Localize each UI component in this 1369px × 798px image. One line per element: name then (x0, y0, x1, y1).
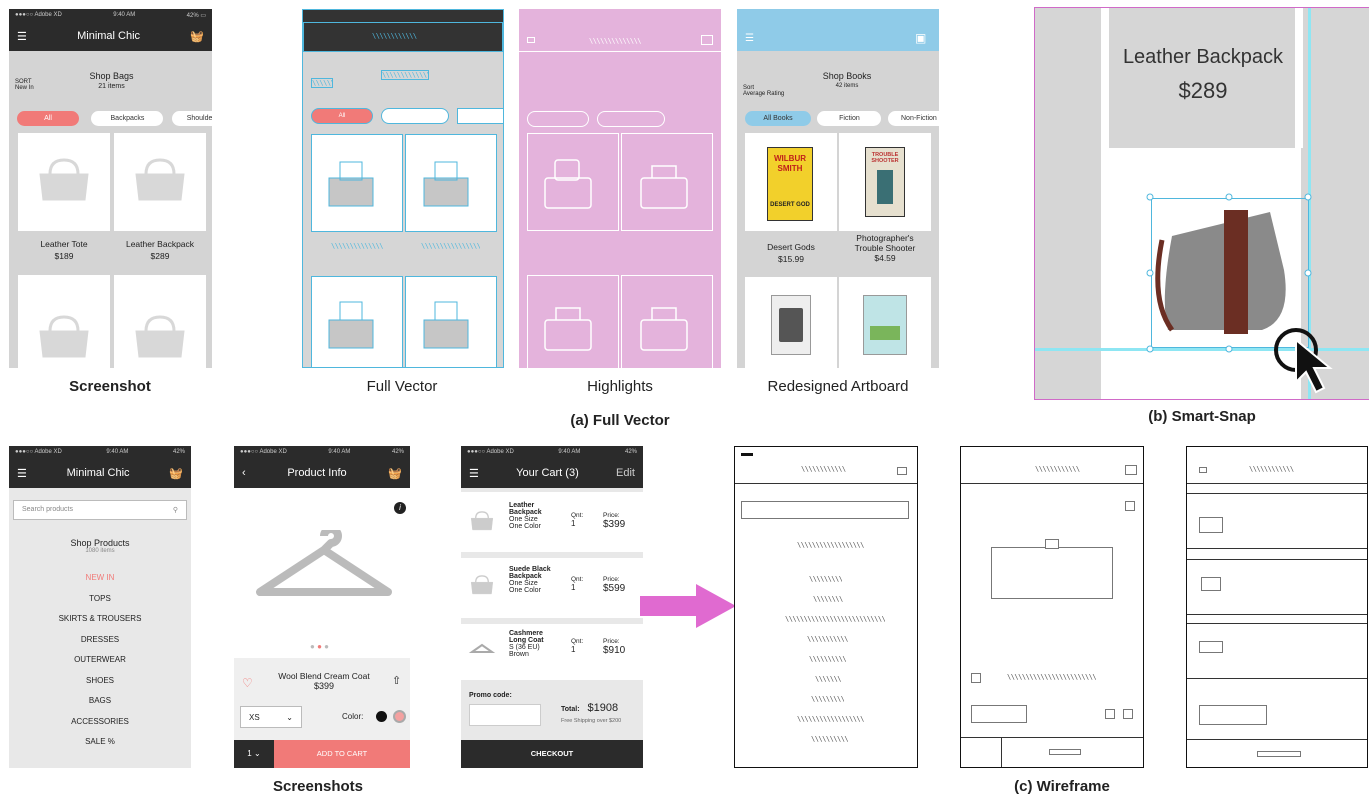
wireframe-image (991, 547, 1113, 599)
wireframe-1: \\\\\\\\\\\\ \\\\\\\\\\\\\\\\\\ \\\\\\\\… (734, 446, 918, 768)
wireframe-title-hatch: \\\\\\\\\\\\ (801, 465, 846, 473)
wireframe-2: \\\\\\\\\\\\ \\\\\\\\\\\\\\\\\\\\\\\\ (960, 446, 1144, 768)
cart-icons-layer (468, 511, 736, 653)
wireframe-title-hatch: \\\\\\\\\\\\ (1249, 465, 1294, 473)
wireframe-heading-hatch: \\\\\\\\\\\\\\\\\\ (797, 541, 864, 549)
wireframe-title-hatch: \\\\\\\\\\\\ (1035, 465, 1080, 473)
wireframe-3: \\\\\\\\\\\\ (1186, 446, 1368, 768)
wireframe-search (741, 501, 909, 519)
caption-screenshots: Screenshots (272, 778, 364, 795)
arrow-icon (640, 584, 736, 628)
wireframe-box (897, 467, 907, 475)
hanger-icon (468, 643, 496, 653)
caption-fig-c: (c) Wireframe (1014, 778, 1110, 795)
